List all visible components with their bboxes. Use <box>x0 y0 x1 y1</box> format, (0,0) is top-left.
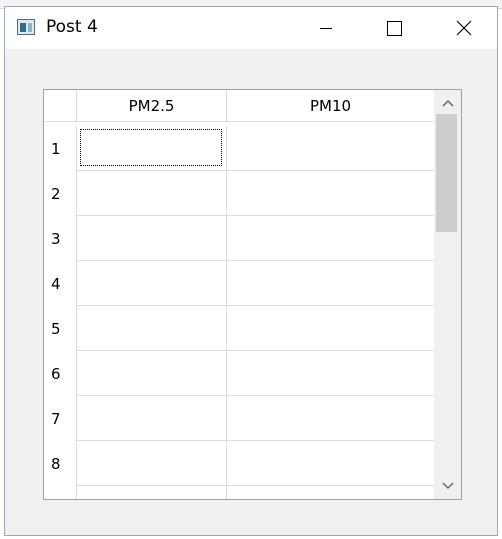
grid-cell[interactable] <box>227 171 435 216</box>
grid-cell[interactable] <box>227 261 435 306</box>
column-header-pm10[interactable]: PM10 <box>227 90 435 122</box>
row-header[interactable]: 2 <box>44 171 77 216</box>
row-header[interactable]: 3 <box>44 216 77 261</box>
dialog-window: Post 4 PM2.5 PM10 1 2 3 4 5 6 7 8 <box>4 6 498 536</box>
maximize-button[interactable] <box>371 7 417 49</box>
grid-cell[interactable] <box>227 216 435 261</box>
grid-cell[interactable] <box>227 351 435 396</box>
row-header[interactable] <box>44 486 77 499</box>
grid-cell[interactable] <box>227 126 435 171</box>
close-button[interactable] <box>441 7 487 49</box>
grid-cell[interactable] <box>77 306 227 351</box>
grid-cell[interactable] <box>227 396 435 441</box>
grid-cell[interactable] <box>77 261 227 306</box>
grid-cell[interactable] <box>77 216 227 261</box>
row-header[interactable]: 6 <box>44 351 77 396</box>
maximize-icon <box>386 20 402 36</box>
grid-cell[interactable] <box>77 486 227 499</box>
row-header[interactable]: 5 <box>44 306 77 351</box>
row-header[interactable]: 7 <box>44 396 77 441</box>
chevron-down-icon <box>442 482 453 489</box>
chevron-up-icon <box>442 100 453 107</box>
minimize-button[interactable] <box>303 7 349 49</box>
grid-cell-focused[interactable] <box>77 126 227 171</box>
row-header[interactable]: 1 <box>44 126 77 171</box>
row-header[interactable]: 8 <box>44 441 77 486</box>
minimize-icon <box>320 27 332 29</box>
grid-cell[interactable] <box>77 441 227 486</box>
scroll-up-button[interactable] <box>434 92 461 114</box>
column-header-pm25[interactable]: PM2.5 <box>77 90 227 122</box>
data-grid[interactable]: PM2.5 PM10 1 2 3 4 5 6 7 8 <box>43 89 462 500</box>
grid-cell[interactable] <box>227 306 435 351</box>
scrollbar-thumb[interactable] <box>436 114 457 232</box>
grid-cell[interactable] <box>77 396 227 441</box>
vertical-scrollbar[interactable] <box>434 90 461 499</box>
app-icon <box>17 19 35 35</box>
close-icon <box>456 20 472 36</box>
scroll-down-button[interactable] <box>434 475 461 497</box>
window-title: Post 4 <box>46 17 98 37</box>
grid-corner[interactable] <box>44 90 77 122</box>
row-header[interactable]: 4 <box>44 261 77 306</box>
grid-cell[interactable] <box>227 486 435 499</box>
grid-cell[interactable] <box>77 351 227 396</box>
grid-cell[interactable] <box>227 441 435 486</box>
title-bar[interactable]: Post 4 <box>5 7 497 49</box>
grid-cell[interactable] <box>77 171 227 216</box>
